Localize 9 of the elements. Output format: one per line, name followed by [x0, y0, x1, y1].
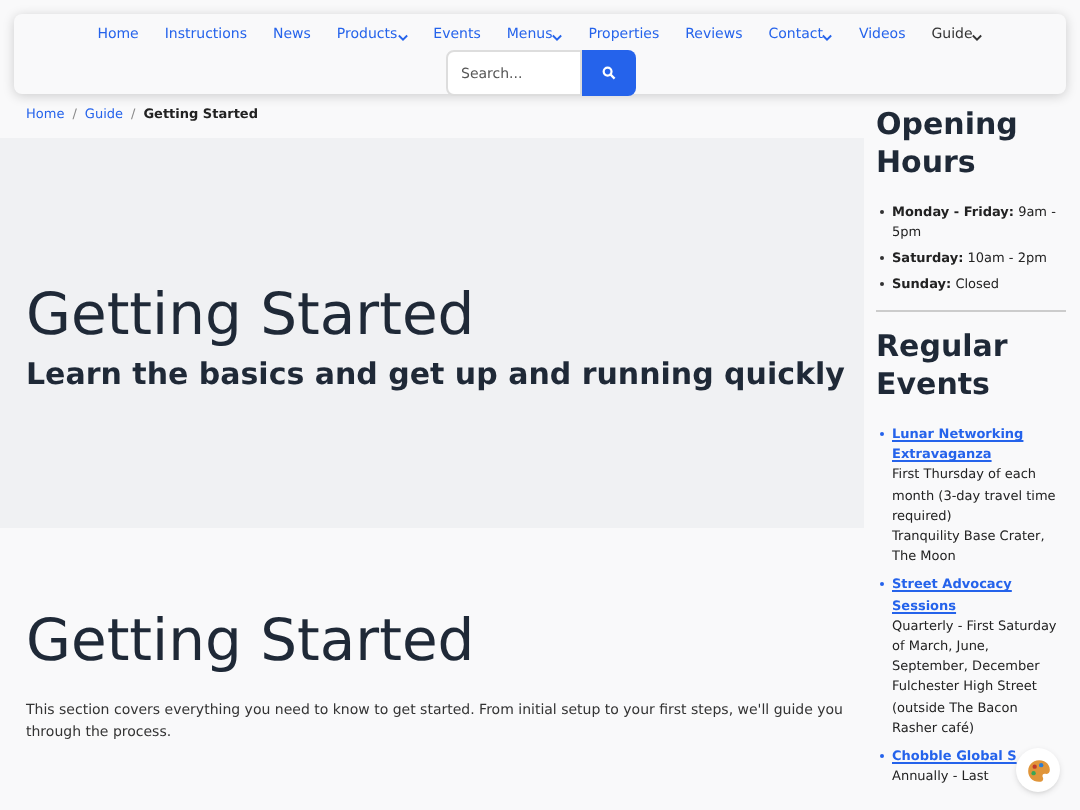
palette-icon: [1025, 757, 1051, 783]
search-button[interactable]: [581, 50, 635, 96]
search-icon: [601, 66, 615, 80]
sidebar-heading: Opening Hours: [876, 106, 1020, 182]
section-title: Getting Started: [26, 604, 475, 676]
hero-subtitle: Learn the basics and get up and running quickly: [26, 353, 845, 395]
hero-title: Getting Started: [26, 277, 475, 349]
sidebar-heading: Regular Events: [876, 328, 1010, 404]
palette-button[interactable]: [1016, 748, 1060, 792]
